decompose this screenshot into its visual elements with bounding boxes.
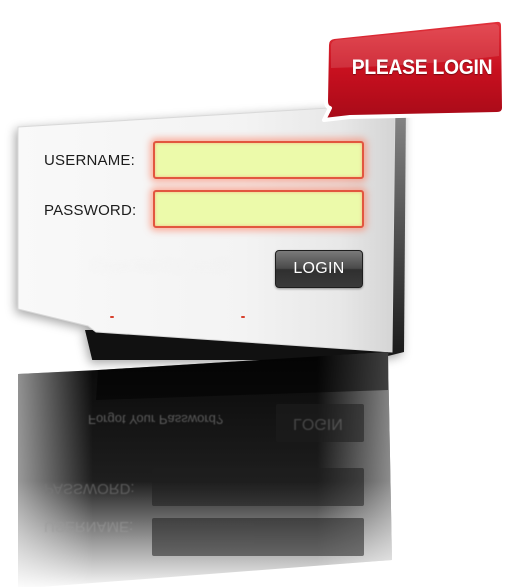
reflection-contents: Forgot Your Password? LOGIN PASSWORD: US…	[0, 330, 515, 587]
reflection-username-field	[152, 468, 364, 506]
reflection-login-label: LOGIN	[293, 415, 343, 432]
username-input[interactable]	[153, 141, 364, 179]
reflection-username-label: USERNAME:	[44, 518, 134, 535]
password-label: PASSWORD:	[44, 202, 137, 219]
reflection-password-field	[152, 518, 364, 556]
reflection-forgot-link: Forgot Your Password?	[88, 412, 224, 427]
reflection-password-label: PASSWORD:	[44, 480, 135, 497]
panel-reflection: Forgot Your Password? LOGIN PASSWORD: US…	[0, 330, 515, 587]
username-label: USERNAME:	[44, 152, 135, 169]
forgot-password-link[interactable]: Forgot Your Password?	[92, 258, 242, 276]
red-mark	[241, 316, 245, 318]
password-input[interactable]	[153, 190, 364, 228]
login-page: USERNAME: PASSWORD: Forgot Your Password…	[0, 0, 515, 587]
please-login-badge: PLEASE LOGIN	[320, 16, 510, 122]
login-button[interactable]: LOGIN	[275, 250, 363, 288]
please-login-text: PLEASE LOGIN	[351, 56, 493, 79]
red-mark	[110, 316, 114, 318]
